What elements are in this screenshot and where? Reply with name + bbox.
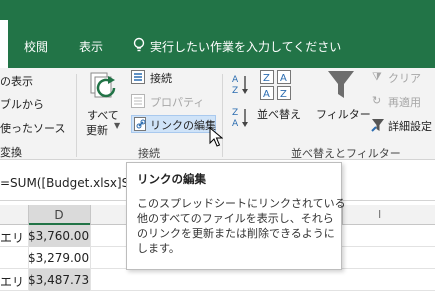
tooltip-line: 他のすべてのファイルを表示し、それら <box>137 212 334 225</box>
title-bar <box>0 0 435 20</box>
svg-text:Z: Z <box>232 108 238 118</box>
svg-text:A: A <box>280 73 287 84</box>
group-label-connections: 接続 <box>138 147 160 160</box>
properties-button[interactable]: プロパティ <box>150 94 204 110</box>
edit-links-tooltip: リンクの編集 このスプレッドシートにリンクされている 他のすべてのファイルを表示… <box>126 162 346 270</box>
ribbon-item-recent-sources[interactable]: 使ったソース <box>0 120 65 136</box>
svg-text:Z: Z <box>263 73 270 84</box>
ribbon-item-from-table[interactable]: ブルから <box>0 96 44 112</box>
clear-filter-icon[interactable]: ⧩ <box>372 70 382 84</box>
tooltip-line: このスプレッドシートにリンクされている <box>137 197 346 210</box>
active-tab-edge[interactable] <box>0 20 8 68</box>
svg-text:A: A <box>232 119 239 128</box>
group-label-sort-filter: 並べ替えとフィルター <box>291 147 401 160</box>
edit-links-icon[interactable] <box>134 117 148 131</box>
svg-text:Z: Z <box>232 86 238 95</box>
sort-dialog-icon[interactable]: Z A A Z <box>260 70 292 100</box>
reapply-icon[interactable]: ↻ <box>372 94 381 107</box>
chevron-down-icon[interactable]: ▼ <box>114 121 120 130</box>
column-header-d[interactable]: D <box>28 205 90 225</box>
tooltip-line: のリンクを更新または削除できるように <box>137 227 335 240</box>
tooltip-body: このスプレッドシートにリンクされている 他のすべてのファイルを表示し、それら の… <box>137 196 346 256</box>
sort-ascending-icon[interactable]: A Z <box>232 73 250 95</box>
group-label-transform: 変換 <box>0 146 22 159</box>
filter-icon[interactable] <box>327 70 355 100</box>
edit-links-button[interactable]: リンクの編集 <box>150 117 216 133</box>
tab-view[interactable]: 表示 <box>79 38 103 55</box>
advanced-button[interactable]: 詳細設定 <box>388 118 432 134</box>
clear-button[interactable]: クリア <box>388 70 421 86</box>
svg-text:Z: Z <box>280 89 287 100</box>
cell-d2[interactable]: $3,279.00 <box>28 247 90 269</box>
sort-descending-icon[interactable]: Z A <box>232 106 250 128</box>
formula-text[interactable]: =SUM([Budget.xlsx]S <box>0 176 129 190</box>
column-header-i[interactable]: I <box>378 208 381 221</box>
grid-line <box>28 225 29 291</box>
tell-me-search[interactable]: 実行したい作業を入力してください <box>150 38 341 55</box>
cell-d1[interactable]: $3,760.00 <box>28 225 90 247</box>
refresh-all-label-2[interactable]: 更新 <box>86 122 108 138</box>
tooltip-title: リンクの編集 <box>137 172 206 186</box>
reapply-button[interactable]: 再適用 <box>388 94 421 110</box>
sort-button[interactable]: 並べ替え <box>257 106 301 122</box>
group-divider <box>76 74 77 157</box>
column-separator <box>90 205 91 225</box>
tooltip-line: します。 <box>137 242 180 255</box>
advanced-filter-icon[interactable] <box>371 118 385 132</box>
table-row: エリ $3,487.73 <box>0 269 435 291</box>
cell-c1[interactable]: エリ <box>0 229 24 246</box>
mouse-cursor-icon <box>209 127 223 147</box>
lightbulb-icon <box>133 37 145 52</box>
cell-c3[interactable]: エリ <box>0 273 24 290</box>
column-separator <box>28 205 29 225</box>
svg-text:A: A <box>232 75 239 85</box>
ribbon-item-show-queries[interactable]: の表示 <box>0 73 33 89</box>
tab-review[interactable]: 校閲 <box>24 38 48 55</box>
grid-line <box>90 225 91 291</box>
connections-button[interactable]: 接続 <box>150 70 172 86</box>
filter-button[interactable]: フィルター <box>316 106 371 122</box>
connections-icon[interactable] <box>131 70 145 84</box>
refresh-all-icon[interactable] <box>88 72 122 104</box>
cell-d3[interactable]: $3,487.73 <box>28 269 90 291</box>
svg-text:A: A <box>263 89 270 100</box>
properties-icon[interactable] <box>131 94 145 108</box>
